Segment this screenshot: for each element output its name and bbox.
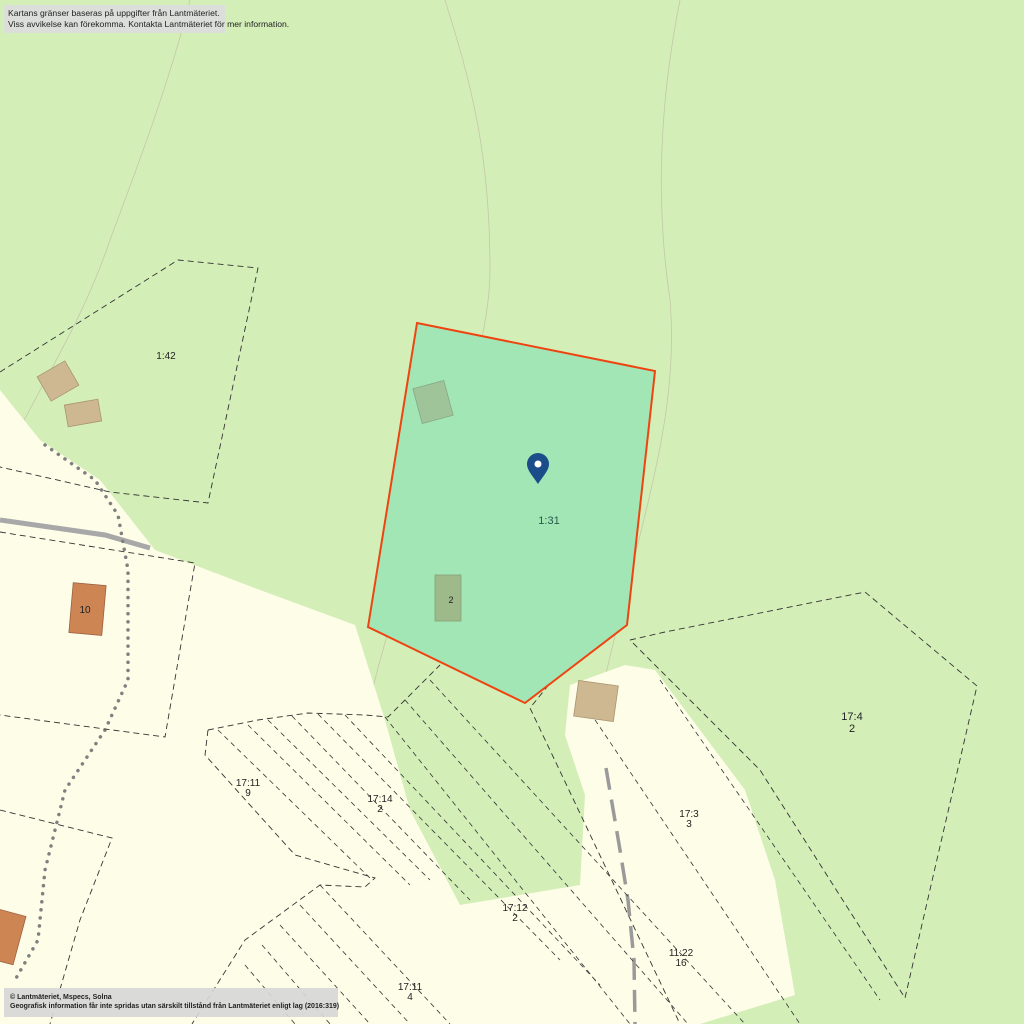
notice-line: Viss avvikelse kan förekomma. Kontakta L… (8, 19, 290, 29)
building-number-10: 10 (79, 605, 91, 616)
map-canvas[interactable]: 2 10 1:42 1:31 17:4 2 17:11 9 17:14 2 17… (0, 0, 1024, 1024)
parcel-label: 2 (512, 913, 518, 924)
parcel-label-selected: 1:31 (538, 515, 559, 527)
building-number-2: 2 (448, 595, 453, 605)
parcel-label: 16 (675, 958, 687, 969)
attribution-line: © Lantmäteriet, Mspecs, Solna (10, 994, 112, 1001)
parcel-label: 17:4 (841, 711, 862, 723)
parcel-label: 4 (407, 992, 413, 1003)
building (573, 679, 619, 723)
parcel-label: 3 (686, 819, 692, 830)
parcel-label: 2 (377, 804, 383, 815)
notice-line: Kartans gränser baseras på uppgifter frå… (8, 8, 220, 18)
parcel-label: 9 (245, 788, 251, 799)
parcel-label: 1:42 (156, 351, 176, 362)
parcel-label: 2 (849, 723, 855, 735)
map-attribution: © Lantmäteriet, Mspecs, Solna Geografisk… (4, 988, 340, 1017)
attribution-line: Geografisk information får inte spridas … (10, 1003, 340, 1010)
boundary-notice: Kartans gränser baseras på uppgifter frå… (4, 5, 290, 33)
